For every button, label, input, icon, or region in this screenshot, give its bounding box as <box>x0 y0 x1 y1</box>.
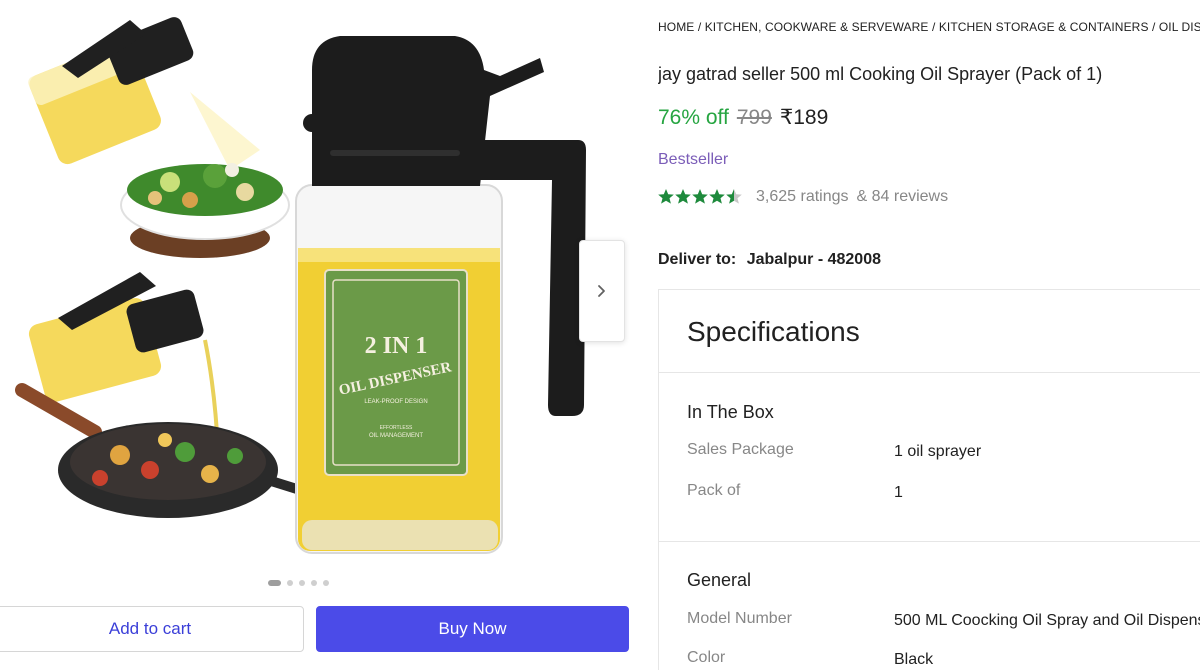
spec-value: 1 <box>894 484 903 501</box>
selling-price: ₹189 <box>779 106 829 129</box>
spec-key: Model Number <box>687 610 792 627</box>
gallery-dot[interactable] <box>299 580 305 586</box>
label-text-feature: LEAK-PROOF DESIGN <box>364 399 427 405</box>
spec-key: Pack of <box>687 482 741 499</box>
divider <box>659 541 1200 542</box>
product-gallery: 2 IN 1 OIL DISPENSER LEAK-PROOF DESIGN E… <box>0 0 640 670</box>
buy-now-button[interactable]: Buy Now <box>316 606 629 652</box>
salad-bowl-illustration <box>120 163 290 258</box>
spec-value: Black <box>894 651 934 668</box>
gallery-pagination <box>268 580 329 586</box>
breadcrumb[interactable]: HOME / KITCHEN, COOKWARE & SERVEWARE / K… <box>658 20 1200 34</box>
add-to-cart-button[interactable]: Add to cart <box>0 606 304 652</box>
product-details: HOME / KITCHEN, COOKWARE & SERVEWARE / K… <box>658 0 1200 670</box>
product-title: jay gatrad seller 500 ml Cooking Oil Spr… <box>658 64 1103 84</box>
gallery-dot[interactable] <box>287 580 293 586</box>
divider <box>659 372 1200 373</box>
gallery-dot[interactable] <box>311 580 317 586</box>
spec-value: 1 oil sprayer <box>894 443 982 460</box>
product-image[interactable]: 2 IN 1 OIL DISPENSER LEAK-PROOF DESIGN E… <box>0 0 640 580</box>
specifications-heading: Specifications <box>687 316 860 347</box>
discount-label: 76% off <box>658 106 729 129</box>
ratings-count: 3,625 ratings <box>756 188 849 205</box>
spec-group-title: General <box>687 570 752 590</box>
main-bottle-illustration: 2 IN 1 OIL DISPENSER LEAK-PROOF DESIGN E… <box>295 36 586 554</box>
gallery-dot[interactable] <box>323 580 329 586</box>
original-price: 799 <box>736 106 772 129</box>
label-text-main: 2 IN 1 <box>365 333 428 359</box>
deliver-to-label: Deliver to: <box>658 251 737 268</box>
reviews-count: & 84 reviews <box>856 188 949 205</box>
bestseller-badge: Bestseller <box>658 151 729 168</box>
spec-key: Sales Package <box>687 441 794 458</box>
gallery-dot[interactable] <box>268 580 281 586</box>
spec-value: 500 ML Coocking Oil Spray and Oil Dispen… <box>894 612 1200 629</box>
price-row: 76% off 799 ₹189 <box>658 105 828 130</box>
rating-row[interactable]: 3,625 ratings & 84 reviews <box>658 188 954 206</box>
label-text-subtitle: OIL MANAGEMENT <box>369 433 423 439</box>
delivery-location[interactable]: Deliver to: Jabalpur - 482008 <box>658 251 881 269</box>
spec-group-title: In The Box <box>687 402 774 422</box>
delivery-pincode: Jabalpur - 482008 <box>746 251 881 268</box>
star-icons <box>658 189 742 204</box>
spec-key: Color <box>687 649 726 666</box>
small-sprayer-illustration <box>28 17 260 170</box>
frying-pan-illustration <box>15 383 305 518</box>
label-text-tag: EFFORTLESS <box>380 425 413 431</box>
gallery-next-button[interactable] <box>579 240 625 342</box>
specifications-panel: Specifications In The Box Sales Package … <box>658 289 1200 670</box>
chevron-right-icon <box>598 285 605 297</box>
star-rating <box>658 188 744 206</box>
